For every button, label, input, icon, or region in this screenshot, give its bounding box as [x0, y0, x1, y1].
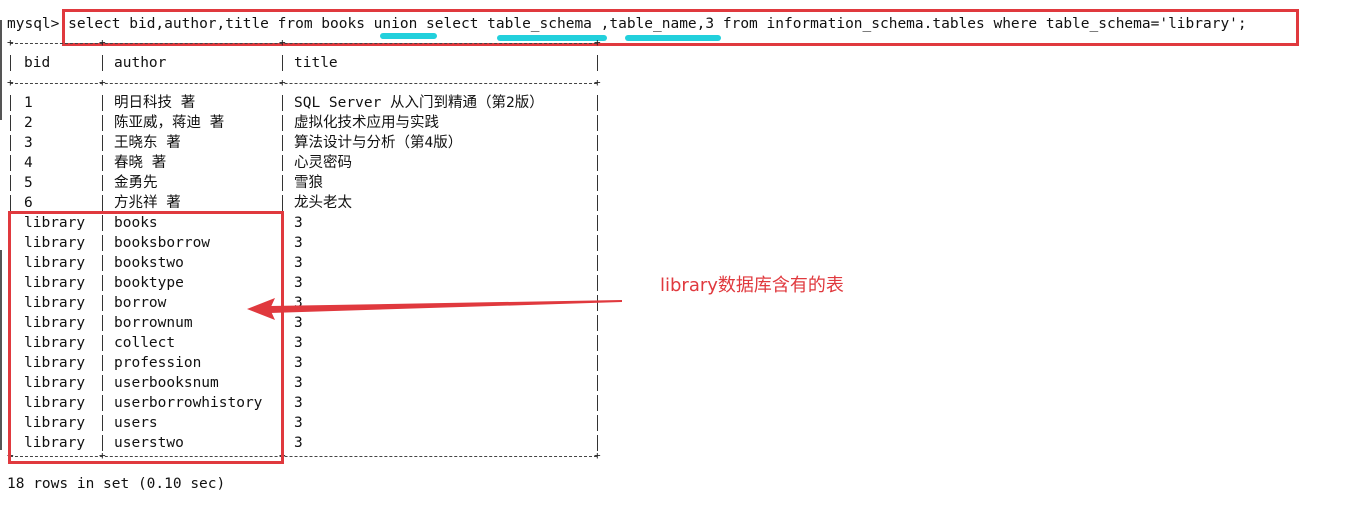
terminal-window: mysql> select bid,author,title from book… [0, 0, 1345, 505]
annotation-arrow [247, 298, 622, 320]
annotation-note: library数据库含有的表 [660, 275, 844, 296]
arrow-shaft [270, 300, 622, 313]
